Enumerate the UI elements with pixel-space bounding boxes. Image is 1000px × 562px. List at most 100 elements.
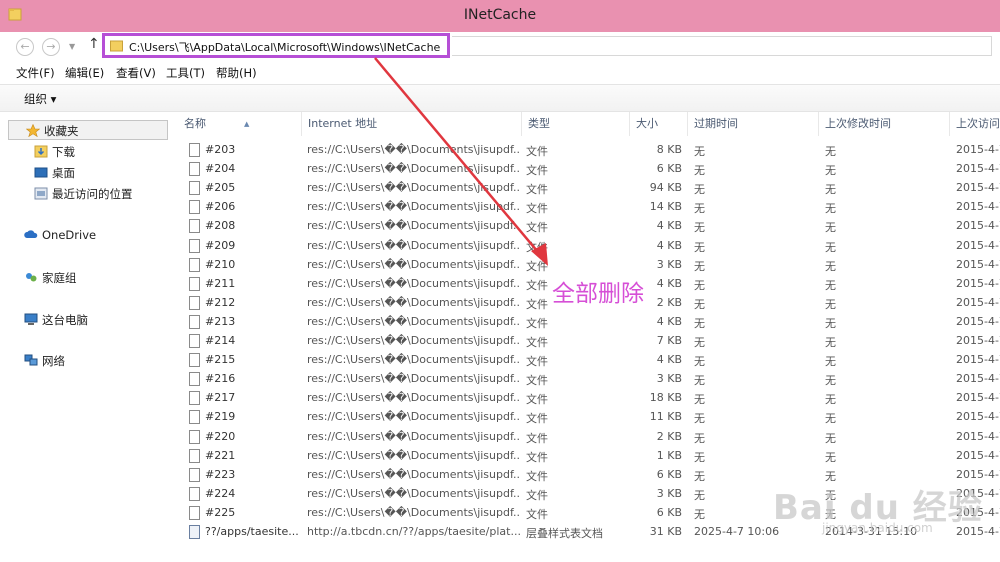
cell-url: res://C:\Users\��\Documents\jisupdf... (307, 429, 520, 443)
nav-item-desktop[interactable]: 桌面 (34, 165, 75, 183)
cell-size: 11 KB (649, 410, 682, 424)
cell-type: 文件 (526, 221, 548, 235)
cell-expires: 无 (694, 202, 705, 216)
file-icon (189, 429, 200, 444)
menu-help[interactable]: 帮助(H) (216, 65, 257, 81)
cell-name: #219 (205, 410, 236, 424)
column-header-size[interactable]: 大小 (630, 112, 688, 136)
cell-modified: 无 (825, 278, 836, 292)
cell-accessed: 2015-4-7 (956, 238, 1000, 252)
cell-type: 文件 (526, 202, 548, 216)
cell-url: res://C:\Users\��\Documents\jisupdf... (307, 200, 520, 214)
cell-url: res://C:\Users\��\Documents\jisupdf... (307, 334, 520, 347)
cell-type: 文件 (526, 145, 548, 158)
table-row[interactable]: #220 res://C:\Users\��\Documents\jisupdf.… (172, 428, 1000, 447)
cell-modified: 无 (825, 412, 836, 426)
table-row[interactable]: #206 res://C:\Users\��\Documents\jisupdf.… (172, 198, 1000, 217)
table-row[interactable]: #209 res://C:\Users\��\Documents\jisupdf.… (172, 237, 1000, 256)
nav-item-homegroup[interactable]: 家庭组 (24, 270, 77, 288)
back-button[interactable]: ← (16, 38, 34, 56)
address-bar-extension[interactable] (452, 36, 992, 56)
table-row[interactable]: #205 res://C:\Users\��\Documents\jisupdf.… (172, 179, 1000, 198)
cell-accessed: 2015-4-7 (956, 448, 1000, 462)
cell-accessed: 2015-4-7 (956, 467, 1000, 481)
navigation-pane: 收藏夹 下载 桌面 最近访问的位置 OneDrive 家庭组 这台电脑 网络 (0, 112, 172, 562)
cell-url: res://C:\Users\��\Documents\jisupdf... (307, 372, 520, 386)
recent-locations-dropdown[interactable]: ▼ (69, 38, 75, 56)
table-row[interactable]: #221 res://C:\Users\��\Documents\jisupdf.… (172, 447, 1000, 466)
nav-item-this-pc[interactable]: 这台电脑 (24, 312, 88, 330)
file-icon (189, 467, 200, 482)
cell-name: #206 (205, 200, 236, 214)
nav-item-downloads[interactable]: 下载 (34, 144, 75, 162)
cell-expires: 无 (694, 240, 705, 254)
cell-name: #220 (205, 429, 236, 443)
cell-url: res://C:\Users\��\Documents\jisupdf... (307, 219, 520, 233)
table-row[interactable]: #210 res://C:\Users\��\Documents\jisupdf.… (172, 256, 1000, 275)
organize-button[interactable]: 组织 ▾ (24, 91, 56, 107)
nav-item-network[interactable]: 网络 (24, 353, 65, 371)
table-row[interactable]: #215 res://C:\Users\��\Documents\jisupdf.… (172, 351, 1000, 370)
cell-name: #204 (205, 162, 236, 176)
column-header-last-modified[interactable]: 上次修改时间 (819, 112, 950, 136)
nav-label: 这台电脑 (42, 313, 88, 327)
cell-size: 8 KB (656, 143, 682, 156)
cell-expires: 无 (694, 316, 705, 330)
table-row[interactable]: #203 res://C:\Users\��\Documents\jisupdf.… (172, 141, 1000, 160)
menu-tools[interactable]: 工具(T) (166, 65, 205, 81)
cell-url: res://C:\Users\��\Documents\jisupdf... (307, 314, 520, 328)
cell-expires: 无 (694, 412, 705, 426)
up-button[interactable]: ↑ (88, 36, 100, 52)
cell-type: 文件 (526, 259, 548, 273)
cell-accessed: 2015-4-7 (956, 391, 1000, 405)
cell-modified: 无 (825, 316, 836, 330)
nav-item-favorites[interactable]: 收藏夹 (26, 123, 79, 141)
address-path[interactable]: C:\Users\飞\AppData\Local\Microsoft\Windo… (129, 39, 440, 55)
sort-ascending-icon: ▲ (244, 120, 250, 128)
table-row[interactable]: #213 res://C:\Users\��\Documents\jisupdf.… (172, 313, 1000, 332)
table-row[interactable]: #219 res://C:\Users\��\Documents\jisupdf.… (172, 408, 1000, 427)
forward-button[interactable]: → (42, 38, 60, 56)
cell-expires: 无 (694, 336, 705, 349)
nav-label: 桌面 (52, 166, 75, 180)
cell-modified: 无 (825, 336, 836, 349)
table-row[interactable]: #204 res://C:\Users\��\Documents\jisupdf.… (172, 160, 1000, 179)
cell-modified: 无 (825, 240, 836, 254)
cell-expires: 无 (694, 164, 705, 178)
column-header-internet-address[interactable]: Internet 地址 (302, 112, 522, 136)
table-row[interactable]: #217 res://C:\Users\��\Documents\jisupdf.… (172, 389, 1000, 408)
file-icon (189, 353, 200, 368)
cell-expires: 无 (694, 297, 705, 311)
nav-item-recent[interactable]: 最近访问的位置 (34, 186, 133, 204)
nav-item-onedrive[interactable]: OneDrive (24, 228, 96, 246)
file-icon (189, 314, 200, 329)
cell-type: 文件 (526, 164, 548, 178)
menu-view[interactable]: 查看(V) (116, 65, 156, 81)
cell-name: #203 (205, 143, 236, 156)
stylesheet-file-icon (189, 525, 200, 539)
file-icon (189, 143, 200, 157)
menu-edit[interactable]: 编辑(E) (65, 65, 104, 81)
table-row[interactable]: #216 res://C:\Users\��\Documents\jisupdf.… (172, 370, 1000, 389)
cell-size: 6 KB (656, 162, 682, 176)
cell-url: res://C:\Users\��\Documents\jisupdf... (307, 143, 520, 156)
cell-modified: 无 (825, 393, 836, 407)
nav-label: 收藏夹 (44, 124, 79, 138)
menu-file[interactable]: 文件(F) (16, 65, 55, 81)
column-header-type[interactable]: 类型 (522, 112, 630, 136)
file-icon (189, 486, 200, 501)
cell-type: 文件 (526, 488, 548, 502)
column-header-name[interactable]: 名称 ▲ (178, 112, 302, 136)
cell-url: res://C:\Users\��\Documents\jisupdf... (307, 467, 520, 481)
address-bar[interactable]: C:\Users\飞\AppData\Local\Microsoft\Windo… (102, 33, 450, 58)
table-row[interactable]: #214 res://C:\Users\��\Documents\jisupdf.… (172, 332, 1000, 351)
column-header-last-accessed[interactable]: 上次访问 (950, 112, 1000, 136)
table-row[interactable]: #208 res://C:\Users\��\Documents\jisupdf.… (172, 217, 1000, 236)
cell-name: #215 (205, 353, 236, 367)
file-icon (189, 257, 200, 272)
file-icon (189, 238, 200, 253)
column-header-expires[interactable]: 过期时间 (688, 112, 819, 136)
cell-type: 文件 (526, 374, 548, 388)
cell-type: 文件 (526, 355, 548, 369)
cell-accessed: 2015-4-7 (956, 257, 1000, 271)
